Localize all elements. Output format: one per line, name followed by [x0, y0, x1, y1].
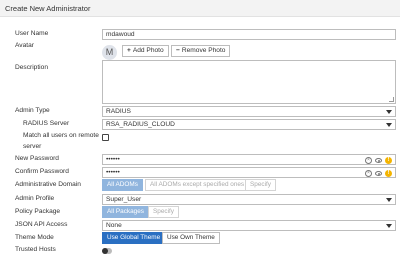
chevron-down-icon — [386, 224, 392, 228]
new-password-value: •••••• — [106, 156, 120, 163]
user-name-input[interactable]: mdawoud — [102, 29, 396, 40]
admin-profile-select[interactable]: Super_User — [102, 194, 396, 205]
admin-profile-label: Admin Profile — [15, 195, 55, 202]
radius-server-select[interactable]: RSA_RADIUS_CLOUD — [102, 119, 396, 130]
minus-icon: − — [176, 47, 180, 54]
json-api-label: JSON API Access — [15, 221, 68, 228]
policy-package-option-specify[interactable]: Specify — [148, 206, 179, 218]
remove-photo-label: Remove Photo — [181, 47, 226, 54]
json-api-select[interactable]: None — [102, 220, 396, 231]
add-photo-button[interactable]: + Add Photo — [122, 45, 169, 57]
resize-grip-icon[interactable] — [389, 97, 394, 102]
admin-type-label: Admin Type — [15, 107, 50, 114]
add-photo-label: Add Photo — [132, 47, 164, 54]
admin-type-select[interactable]: RADIUS — [102, 106, 396, 117]
chevron-down-icon — [386, 110, 392, 114]
policy-package-option-all[interactable]: All Packages — [102, 206, 149, 218]
user-name-label: User Name — [15, 30, 49, 37]
description-label: Description — [15, 64, 48, 71]
warning-icon: ! — [385, 156, 392, 164]
chevron-down-icon — [386, 198, 392, 202]
new-password-label: New Password — [15, 155, 59, 162]
admin-domain-option-specify[interactable]: Specify — [245, 179, 276, 191]
match-all-label: Match all users on remote — [23, 132, 99, 139]
json-api-value: None — [106, 222, 122, 229]
admin-domain-option-all[interactable]: All ADOMs — [102, 179, 143, 191]
trusted-hosts-label: Trusted Hosts — [15, 246, 56, 253]
chevron-down-icon — [386, 123, 392, 127]
theme-mode-option-global[interactable]: Use Global Theme — [102, 232, 166, 244]
theme-mode-option-own[interactable]: Use Own Theme — [162, 232, 220, 244]
match-all-label-line2: server — [23, 143, 42, 150]
radius-server-value: RSA_RADIUS_CLOUD — [106, 121, 175, 128]
new-password-input[interactable]: •••••• × ! — [102, 154, 396, 165]
description-textarea[interactable] — [102, 60, 396, 104]
avatar: M — [102, 45, 117, 60]
admin-profile-value: Super_User — [106, 196, 142, 203]
confirm-password-input[interactable]: •••••• × ! — [102, 167, 396, 178]
confirm-password-label: Confirm Password — [15, 168, 69, 175]
plus-icon: + — [127, 47, 131, 54]
eye-icon[interactable] — [375, 157, 382, 163]
dialog-title: Create New Administrator — [5, 4, 91, 13]
match-all-checkbox[interactable] — [102, 134, 109, 141]
admin-domain-option-except[interactable]: All ADOMs except specified ones — [145, 179, 250, 191]
trusted-hosts-toggle[interactable] — [102, 248, 112, 254]
dialog-header: Create New Administrator — [0, 0, 400, 17]
warning-icon: ! — [385, 169, 392, 177]
admin-type-value: RADIUS — [106, 108, 131, 115]
radius-server-label: RADIUS Server — [23, 120, 70, 127]
clear-icon[interactable]: × — [365, 156, 372, 164]
eye-icon[interactable] — [375, 170, 382, 176]
clear-icon[interactable]: × — [365, 169, 372, 177]
remove-photo-button[interactable]: − Remove Photo — [171, 45, 231, 57]
policy-package-label: Policy Package — [15, 208, 61, 215]
confirm-password-value: •••••• — [106, 169, 120, 176]
avatar-label: Avatar — [15, 42, 34, 49]
theme-mode-label: Theme Mode — [15, 234, 54, 241]
admin-domain-label: Administrative Domain — [15, 181, 81, 188]
